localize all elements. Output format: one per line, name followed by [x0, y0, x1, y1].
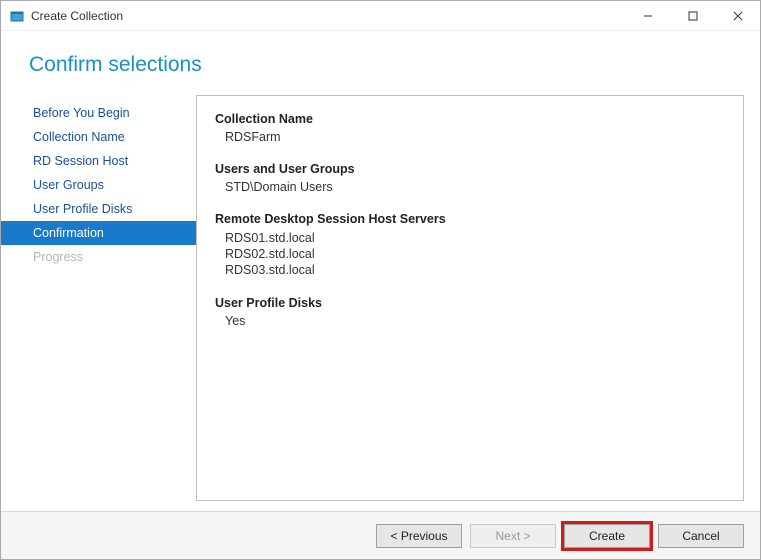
users-value: STD\Domain Users [215, 176, 725, 210]
upd-label: User Profile Disks [215, 296, 725, 310]
close-button[interactable] [715, 1, 760, 31]
maximize-button[interactable] [670, 1, 715, 31]
step-confirmation[interactable]: Confirmation [1, 221, 196, 245]
step-progress: Progress [1, 245, 196, 269]
cancel-button[interactable]: Cancel [658, 524, 744, 548]
minimize-button[interactable] [625, 1, 670, 31]
wizard-body: Before You Begin Collection Name RD Sess… [1, 95, 760, 511]
summary-panel: Collection Name RDSFarm Users and User G… [196, 95, 744, 501]
create-button[interactable]: Create [564, 524, 650, 548]
hosts-label: Remote Desktop Session Host Servers [215, 212, 725, 226]
step-user-profile-disks[interactable]: User Profile Disks [1, 197, 196, 221]
step-collection-name[interactable]: Collection Name [1, 125, 196, 149]
host-item: RDS01.std.local [225, 230, 725, 246]
page-heading: Confirm selections [1, 31, 760, 95]
host-item: RDS02.std.local [225, 246, 725, 262]
collection-name-value: RDSFarm [215, 126, 725, 160]
hosts-list: RDS01.std.local RDS02.std.local RDS03.st… [215, 226, 725, 294]
window-title: Create Collection [31, 9, 123, 23]
host-item: RDS03.std.local [225, 262, 725, 278]
step-rd-session-host[interactable]: RD Session Host [1, 149, 196, 173]
wizard-footer: < Previous Next > Create Cancel [1, 511, 760, 559]
next-button: Next > [470, 524, 556, 548]
app-icon [9, 8, 25, 24]
step-user-groups[interactable]: User Groups [1, 173, 196, 197]
step-before-you-begin[interactable]: Before You Begin [1, 101, 196, 125]
wizard-steps: Before You Begin Collection Name RD Sess… [1, 95, 196, 511]
wizard-window: Create Collection Confirm selections Bef… [0, 0, 761, 560]
collection-name-label: Collection Name [215, 112, 725, 126]
previous-button[interactable]: < Previous [376, 524, 462, 548]
users-label: Users and User Groups [215, 162, 725, 176]
upd-value: Yes [215, 310, 725, 344]
titlebar: Create Collection [1, 1, 760, 31]
